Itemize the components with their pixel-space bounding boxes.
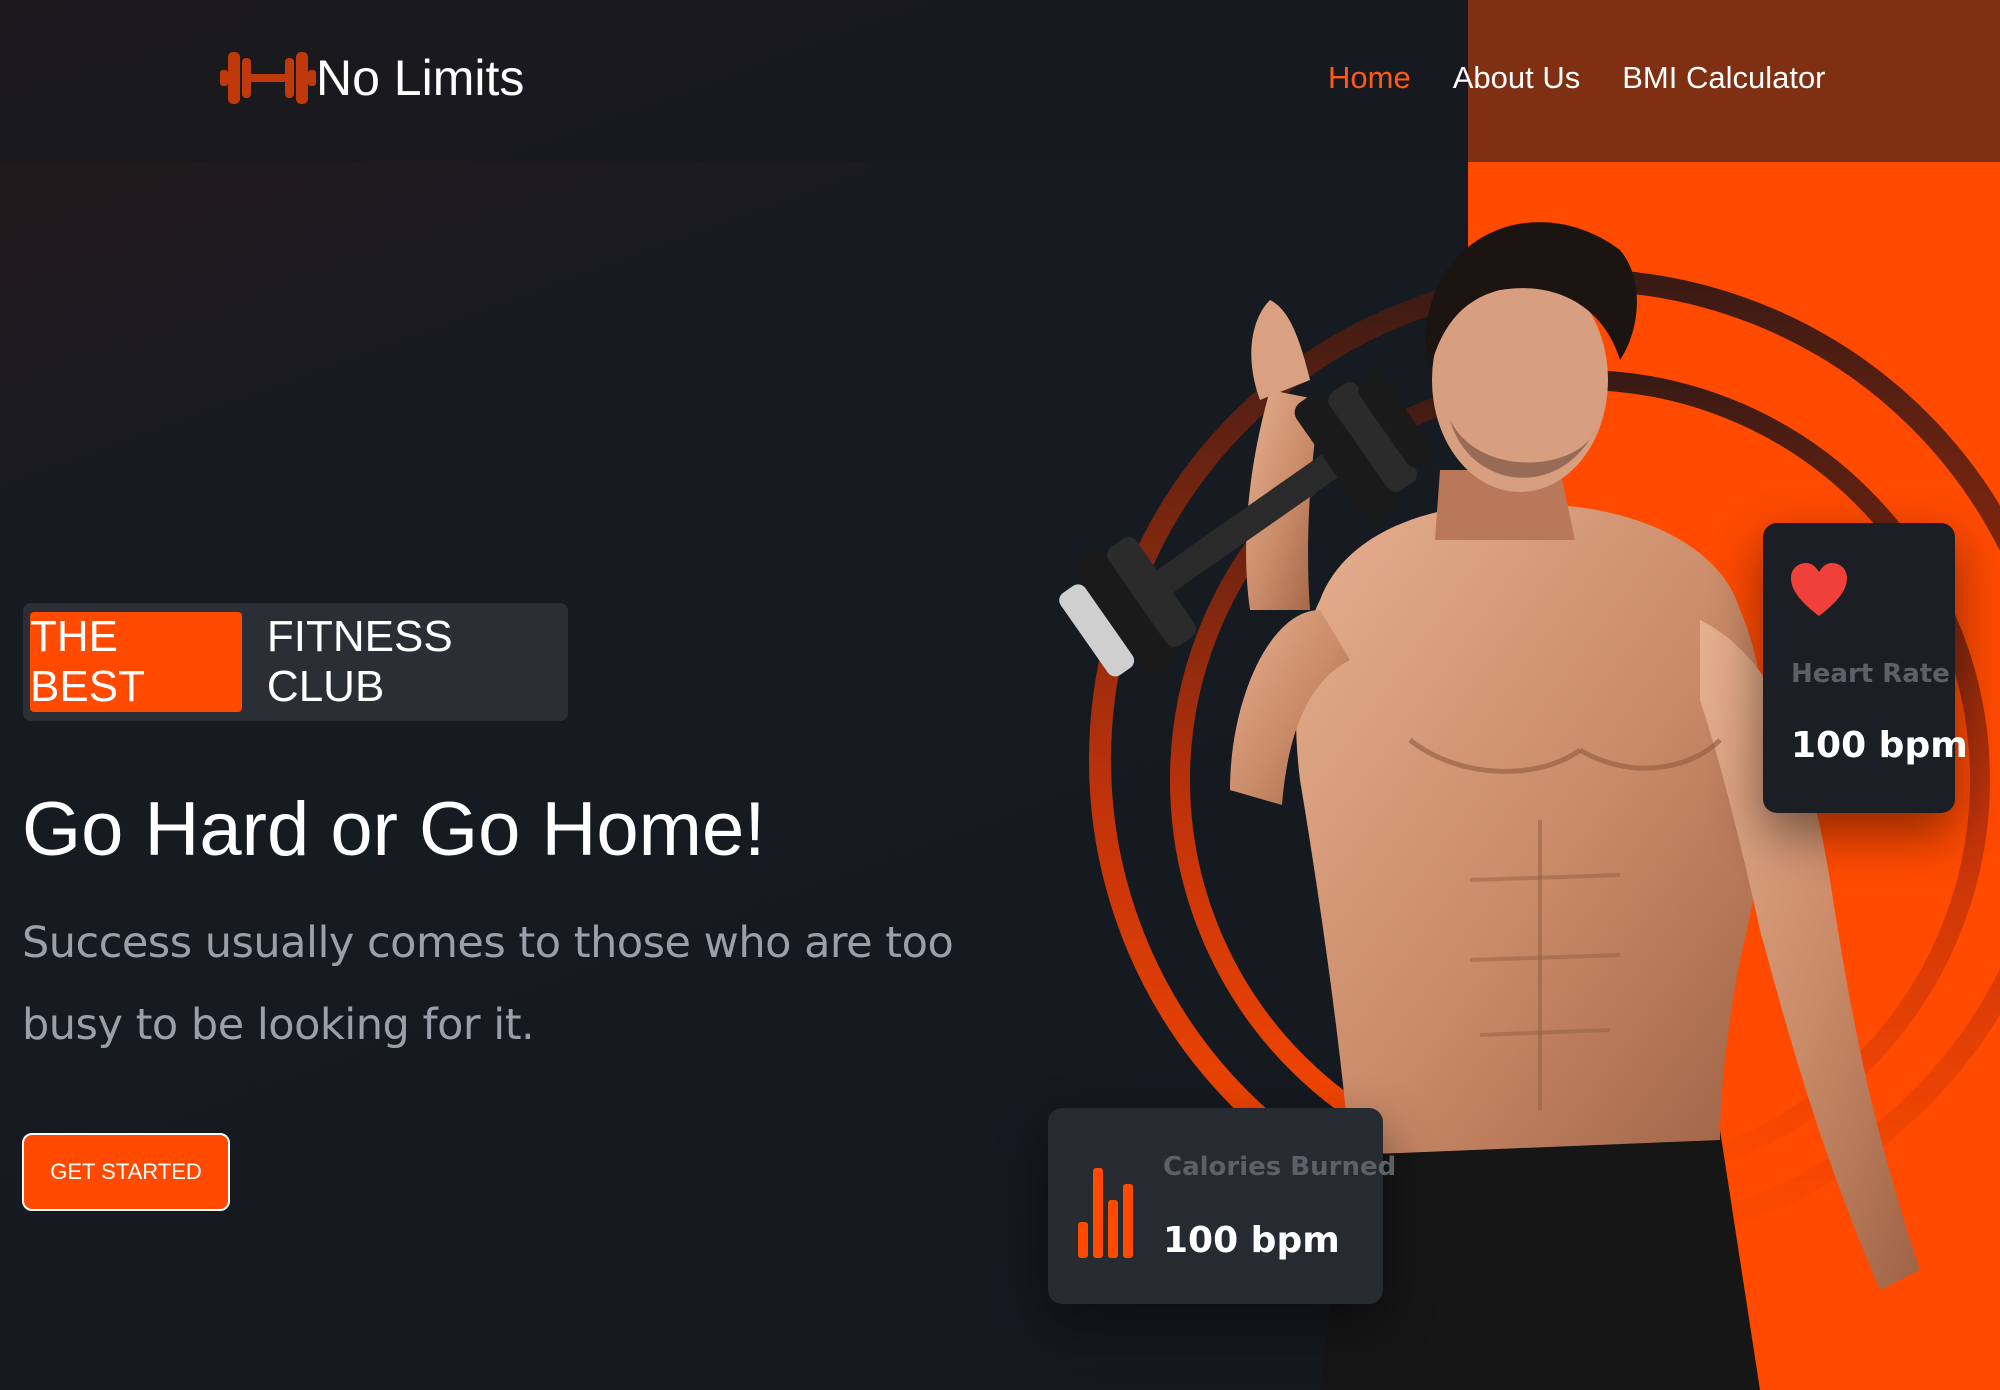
heart-rate-value: 100 bpm <box>1791 725 1968 766</box>
get-started-button[interactable]: GET STARTED <box>22 1133 230 1211</box>
calories-value: 100 bpm <box>1163 1220 1340 1261</box>
dumbbell-icon <box>220 52 316 104</box>
nav-home[interactable]: Home <box>1328 56 1411 100</box>
hero-subtext: Success usually comes to those who are t… <box>22 918 954 1050</box>
club-badge: THE BEST FITNESS CLUB <box>23 603 568 721</box>
brand-name: No Limits <box>316 50 525 106</box>
nav-about-us[interactable]: About Us <box>1453 56 1581 100</box>
badge-text: FITNESS CLUB <box>266 612 453 711</box>
hero-headline: Go Hard or Go Home! <box>22 787 766 872</box>
heart-rate-card: Heart Rate 100 bpm <box>1763 523 1968 813</box>
bar-chart-icon <box>1078 1168 1133 1258</box>
heart-rate-label: Heart Rate <box>1791 659 1950 689</box>
landing-page: No Limits Home About Us BMI Calculator T… <box>0 0 2000 1390</box>
calories-label: Calories Burned <box>1163 1152 1397 1182</box>
main-nav: Home About Us BMI Calculator <box>1328 56 1826 100</box>
calories-card: Calories Burned 100 bpm <box>1048 1108 1396 1304</box>
brand-logo[interactable]: No Limits <box>218 44 524 112</box>
badge-highlight: THE BEST <box>30 612 242 712</box>
nav-bmi-calculator[interactable]: BMI Calculator <box>1622 56 1825 100</box>
heart-icon <box>1791 563 1847 616</box>
